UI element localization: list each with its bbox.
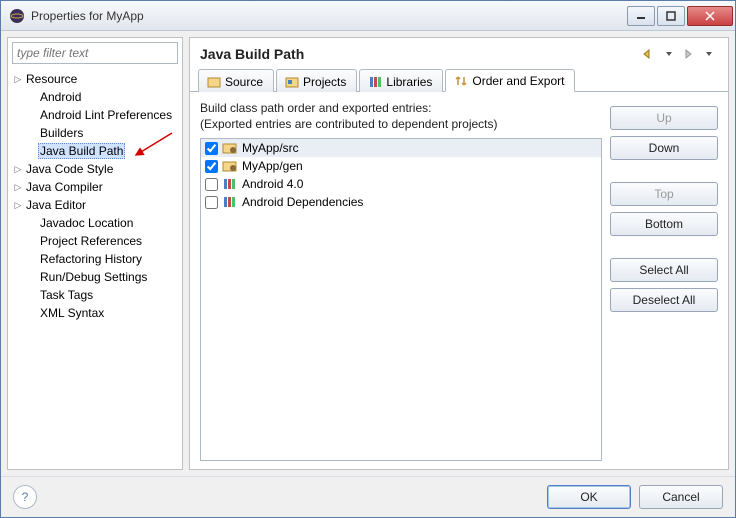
expand-icon[interactable]: ▷: [12, 182, 24, 193]
library-icon: [222, 195, 238, 209]
entry-checkbox[interactable]: [205, 196, 218, 209]
cancel-button[interactable]: Cancel: [639, 485, 723, 509]
titlebar[interactable]: Properties for MyApp: [1, 1, 735, 31]
tree-item-label: Java Code Style: [24, 162, 115, 176]
entries-list[interactable]: MyApp/src MyApp/gen Android 4.0 Android Dep…: [200, 138, 602, 461]
source-icon: [207, 75, 221, 89]
tree-item-task-tags[interactable]: Task Tags: [8, 286, 182, 304]
eclipse-icon: [9, 8, 25, 24]
minimize-button[interactable]: [627, 6, 655, 26]
filter-input[interactable]: [12, 42, 178, 64]
entry-row[interactable]: MyApp/src: [201, 139, 601, 157]
select-all-button[interactable]: Select All: [610, 258, 718, 282]
back-menu-icon[interactable]: [660, 46, 678, 62]
deselect-all-button[interactable]: Deselect All: [610, 288, 718, 312]
entry-row[interactable]: Android 4.0: [201, 175, 601, 193]
tree-item-label: Project References: [38, 234, 144, 248]
tab-label: Libraries: [386, 75, 432, 89]
entry-label: MyApp/gen: [242, 159, 303, 173]
tree-item-label: Java Build Path: [38, 143, 125, 159]
tree-item-android[interactable]: Android: [8, 88, 182, 106]
tree-item-label: Resource: [24, 72, 79, 86]
entry-label: Android 4.0: [242, 177, 303, 191]
tab-source[interactable]: Source: [198, 69, 274, 92]
tree-item-java-code-style[interactable]: ▷Java Code Style: [8, 160, 182, 178]
page-title: Java Build Path: [200, 46, 640, 62]
library-icon: [222, 177, 238, 191]
tab-projects[interactable]: Projects: [276, 69, 357, 92]
entry-checkbox[interactable]: [205, 142, 218, 155]
tree-item-run-debug-settings[interactable]: Run/Debug Settings: [8, 268, 182, 286]
main-panel: Java Build Path Source Projects Libraries O…: [189, 37, 729, 470]
bottom-button[interactable]: Bottom: [610, 212, 718, 236]
tree-item-label: Javadoc Location: [38, 216, 135, 230]
up-button[interactable]: Up: [610, 106, 718, 130]
tab-bar: Source Projects Libraries Order and Export: [190, 68, 728, 92]
tree-item-java-editor[interactable]: ▷Java Editor: [8, 196, 182, 214]
tab-label: Source: [225, 75, 263, 89]
tree-item-label: Run/Debug Settings: [38, 270, 149, 284]
tab-libraries[interactable]: Libraries: [359, 69, 443, 92]
tree-item-label: Android: [38, 90, 83, 104]
entry-row[interactable]: Android Dependencies: [201, 193, 601, 211]
package-folder-icon: [222, 141, 238, 155]
maximize-button[interactable]: [657, 6, 685, 26]
package-folder-icon: [222, 159, 238, 173]
tab-label: Projects: [303, 75, 346, 89]
down-button[interactable]: Down: [610, 136, 718, 160]
help-button[interactable]: ?: [13, 485, 37, 509]
entry-checkbox[interactable]: [205, 178, 218, 191]
expand-icon[interactable]: ▷: [12, 74, 24, 85]
window-title: Properties for MyApp: [31, 9, 625, 23]
tree-item-project-references[interactable]: Project References: [8, 232, 182, 250]
tree-item-refactoring-history[interactable]: Refactoring History: [8, 250, 182, 268]
tree-item-javadoc-location[interactable]: Javadoc Location: [8, 214, 182, 232]
tree-item-xml-syntax[interactable]: XML Syntax: [8, 304, 182, 322]
tree-item-label: Java Compiler: [24, 180, 105, 194]
entry-label: MyApp/src: [242, 141, 299, 155]
tree-item-builders[interactable]: Builders: [8, 124, 182, 142]
tree-item-label: Java Editor: [24, 198, 88, 212]
tree-item-label: Builders: [38, 126, 85, 140]
tree-item-label: XML Syntax: [38, 306, 106, 320]
entry-row[interactable]: MyApp/gen: [201, 157, 601, 175]
ok-button[interactable]: OK: [547, 485, 631, 509]
libraries-icon: [368, 75, 382, 89]
description-line2: (Exported entries are contributed to dep…: [200, 116, 602, 132]
expand-icon[interactable]: ▷: [12, 200, 24, 211]
tab-label: Order and Export: [472, 74, 564, 88]
back-icon[interactable]: [640, 46, 658, 62]
category-sidebar: ▷ResourceAndroidAndroid Lint Preferences…: [7, 37, 183, 470]
tree-item-android-lint-preferences[interactable]: Android Lint Preferences: [8, 106, 182, 124]
description-line1: Build class path order and exported entr…: [200, 100, 602, 116]
entry-checkbox[interactable]: [205, 160, 218, 173]
tree-item-resource[interactable]: ▷Resource: [8, 70, 182, 88]
expand-icon[interactable]: ▷: [12, 164, 24, 175]
close-button[interactable]: [687, 6, 733, 26]
properties-dialog: Properties for MyApp ▷ResourceAndroidAnd…: [0, 0, 736, 518]
entry-label: Android Dependencies: [242, 195, 363, 209]
forward-icon[interactable]: [680, 46, 698, 62]
tree-item-label: Android Lint Preferences: [38, 108, 174, 122]
order-icon: [454, 74, 468, 88]
tree-item-java-build-path[interactable]: Java Build Path: [8, 142, 182, 160]
tab-order-and-export[interactable]: Order and Export: [445, 69, 575, 92]
top-button[interactable]: Top: [610, 182, 718, 206]
tree-item-java-compiler[interactable]: ▷Java Compiler: [8, 178, 182, 196]
tree-item-label: Refactoring History: [38, 252, 144, 266]
category-tree[interactable]: ▷ResourceAndroidAndroid Lint Preferences…: [8, 68, 182, 469]
projects-icon: [285, 75, 299, 89]
forward-menu-icon[interactable]: [700, 46, 718, 62]
tree-item-label: Task Tags: [38, 288, 95, 302]
